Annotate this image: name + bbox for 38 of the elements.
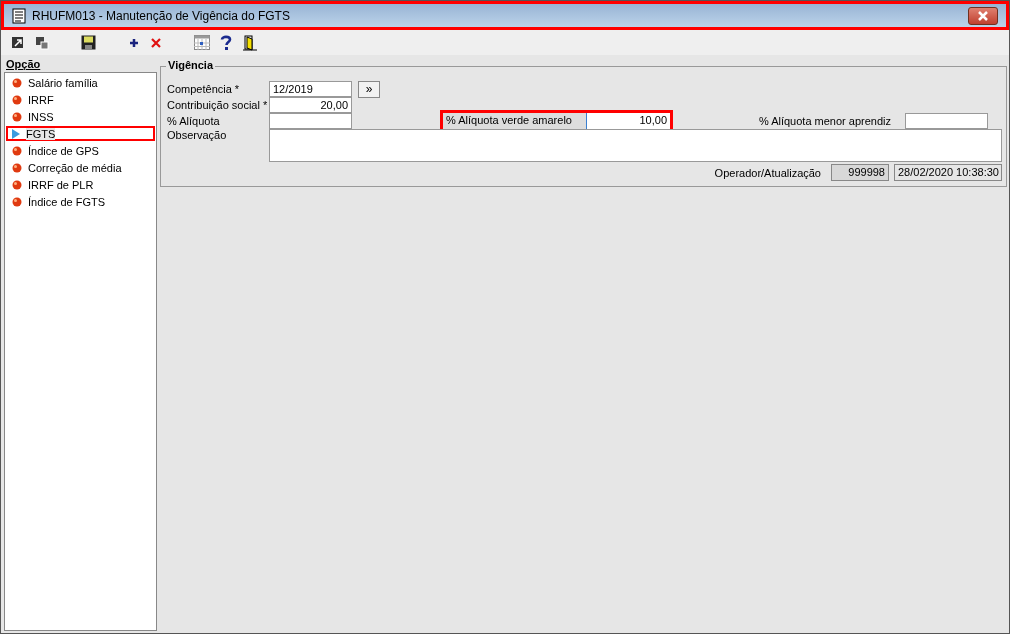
bullet-icon: [12, 145, 22, 156]
input-field[interactable]: 12/2019: [269, 81, 352, 97]
sidebar-title: Opção: [5, 57, 42, 71]
bullet-icon: [12, 77, 22, 88]
field-label: % Alíquota menor aprendiz: [757, 115, 892, 127]
field-label: Contribuição social *: [167, 99, 269, 111]
option-item[interactable]: Índice de FGTS: [6, 194, 155, 209]
option-item[interactable]: FGTS: [6, 126, 155, 141]
input-field[interactable]: [269, 113, 352, 129]
field-label: Observação: [167, 129, 228, 141]
input-field[interactable]: [905, 113, 988, 129]
window-title: RHUFM013 - Manutenção de Vigência do FGTS: [32, 8, 291, 23]
input-field[interactable]: 10,00: [587, 113, 670, 129]
bullet-icon: [12, 94, 22, 105]
option-item[interactable]: INSS: [6, 109, 155, 124]
field-label: % Alíquota verde amarelo: [443, 113, 587, 129]
bullet-icon: [12, 162, 22, 173]
close-button[interactable]: [968, 6, 998, 25]
field-label: Operador/Atualização: [714, 166, 821, 179]
operator-field: 999998: [831, 164, 889, 181]
input-field[interactable]: 20,00: [269, 97, 352, 113]
bullet-icon: [12, 196, 22, 207]
document-icon: [12, 7, 26, 24]
option-item[interactable]: Correção de média: [6, 160, 155, 175]
field-label: Competência *: [167, 83, 241, 95]
arrow-icon: [12, 128, 20, 139]
bullet-icon: [12, 111, 22, 122]
option-item[interactable]: Índice de GPS: [6, 143, 155, 158]
close-icon: [976, 10, 990, 21]
group-title: Vigência: [166, 59, 216, 71]
option-item[interactable]: Salário família: [6, 75, 155, 90]
option-item[interactable]: IRRF: [6, 92, 155, 107]
bullet-icon: [12, 179, 22, 190]
next-button[interactable]: »: [358, 80, 380, 98]
timestamp-field: 28/02/2020 10:38:30: [894, 164, 1002, 181]
option-item[interactable]: IRRF de PLR: [6, 177, 155, 192]
text-area[interactable]: [269, 129, 1002, 162]
field-label: % Alíquota: [167, 115, 221, 127]
